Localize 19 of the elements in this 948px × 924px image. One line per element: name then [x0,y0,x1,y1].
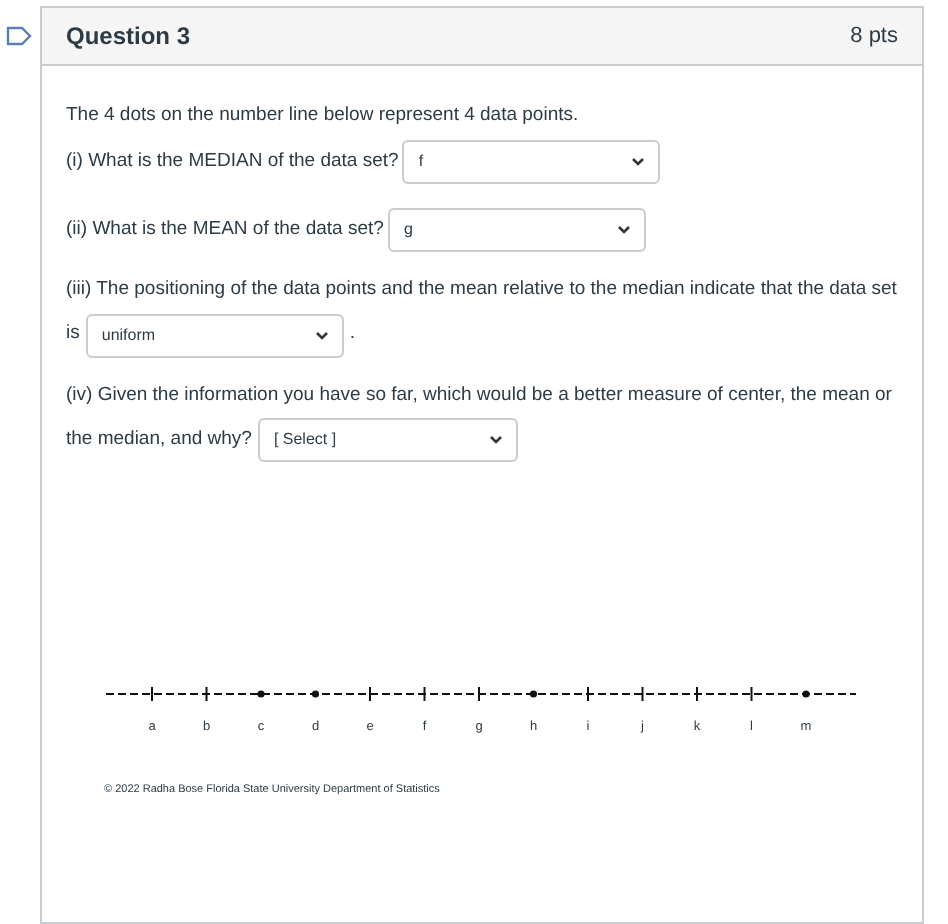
chevron-down-icon [315,331,328,339]
question-text: The 4 dots on the number line below represent 4 data points. [66,102,581,130]
chevron-down-icon [617,226,630,235]
question-title: Question 3 [66,20,191,54]
answer-dropdown[interactable]: uniform [85,313,344,357]
punctuation-text: . [349,320,356,349]
answer-dropdown[interactable]: g [387,208,646,253]
bookmark-icon[interactable] [6,26,32,46]
chevron-down-icon [632,158,645,167]
question-text: the median, and why? [66,425,252,454]
question-text: (ii) What is the MEAN of the data set? [66,216,384,245]
question-text: (iv) Given the information you have so far, which would be a better measure of center, the mean or [66,381,894,409]
chevron-down-icon [489,435,502,444]
question-text: is [66,320,80,349]
answer-dropdown[interactable]: f [402,140,661,185]
points-label: 8 pts [850,21,898,52]
answer-dropdown[interactable]: [ Select ] [257,417,518,462]
question-text: (iii) The positioning of the data points and the mean relative to the median indicate that the data set [66,276,898,305]
question-text: (i) What is the MEDIAN of the data set? [66,148,399,177]
